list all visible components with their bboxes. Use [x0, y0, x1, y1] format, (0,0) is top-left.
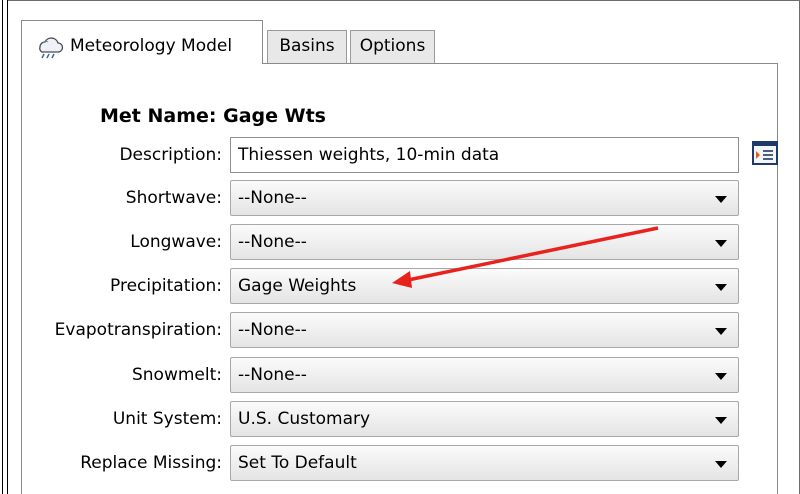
shortwave-select[interactable]: --None-- [230, 180, 739, 216]
shortwave-label: Shortwave: [125, 188, 222, 208]
unit-system-select[interactable]: U.S. Customary [230, 401, 739, 437]
evapotranspiration-select[interactable]: --None-- [230, 312, 739, 348]
replace-missing-value: Set To Default [238, 453, 357, 473]
chevron-down-icon [715, 417, 727, 424]
replace-missing-label: Replace Missing: [80, 453, 222, 473]
chevron-down-icon [715, 328, 727, 335]
description-field[interactable]: Thiessen weights, 10-min data [230, 137, 739, 173]
chevron-down-icon [715, 196, 727, 203]
met-name-heading: Met Name: Gage Wts [100, 105, 326, 127]
replace-missing-select[interactable]: Set To Default [230, 445, 739, 481]
chevron-down-icon [715, 284, 727, 291]
snowmelt-value: --None-- [238, 365, 307, 385]
tab-basins[interactable]: Basins [267, 30, 347, 63]
precipitation-label: Precipitation: [110, 276, 222, 296]
snowmelt-label: Snowmelt: [131, 365, 222, 385]
precipitation-select[interactable]: Gage Weights [230, 268, 739, 304]
shortwave-value: --None-- [238, 188, 307, 208]
tab-basins-label: Basins [279, 36, 335, 56]
tab-meteorology-model[interactable]: Meteorology Model [21, 20, 263, 64]
longwave-label: Longwave: [130, 232, 222, 252]
cloud-rain-icon [39, 37, 64, 59]
chevron-down-icon [715, 461, 727, 468]
description-label: Description: [119, 145, 222, 165]
description-value: Thiessen weights, 10-min data [238, 145, 500, 165]
unit-system-value: U.S. Customary [238, 409, 371, 429]
unit-system-label: Unit System: [112, 409, 222, 429]
precipitation-value: Gage Weights [238, 276, 357, 296]
text-editor-icon[interactable] [752, 140, 778, 166]
chevron-down-icon [715, 373, 727, 380]
longwave-select[interactable]: --None-- [230, 224, 739, 260]
tab-options-label: Options [359, 36, 426, 56]
tab-options[interactable]: Options [350, 30, 435, 63]
longwave-value: --None-- [238, 232, 307, 252]
snowmelt-select[interactable]: --None-- [230, 357, 739, 393]
tab-meteorology-model-label: Meteorology Model [70, 36, 233, 56]
chevron-down-icon [715, 240, 727, 247]
evapotranspiration-value: --None-- [238, 320, 307, 340]
evapotranspiration-label: Evapotranspiration: [54, 320, 222, 340]
